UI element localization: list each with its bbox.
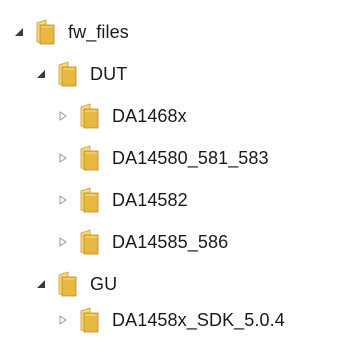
collapsed-triangle-icon[interactable] (56, 193, 70, 207)
tree-item-dut[interactable]: DUT (34, 54, 127, 94)
tree-item-gu[interactable]: GU (34, 264, 117, 304)
tree-item-label: DA1468x (112, 105, 187, 126)
expanded-triangle-icon[interactable] (34, 67, 48, 81)
tree-item-label: DA14580_581_583 (112, 147, 269, 168)
tree-item-label: DA14585_586 (112, 231, 229, 252)
tree-item-da1458x-sdk-5-0-4[interactable]: DA1458x_SDK_5.0.4 (56, 300, 285, 340)
expanded-triangle-icon[interactable] (34, 277, 48, 291)
tree-item-label: DA1458x_SDK_5.0.4 (112, 309, 285, 330)
collapsed-triangle-icon[interactable] (56, 235, 70, 249)
folder-icon (78, 145, 100, 171)
tree-item-label: DUT (90, 63, 128, 84)
collapsed-triangle-icon[interactable] (56, 151, 70, 165)
tree-item-da14580-581-583[interactable]: DA14580_581_583 (56, 138, 269, 178)
tree-item-label: GU (90, 273, 118, 294)
folder-icon (78, 187, 100, 213)
collapsed-triangle-icon[interactable] (56, 109, 70, 123)
tree-item-da1468x[interactable]: DA1468x (56, 96, 187, 136)
folder-icon (56, 271, 78, 297)
expanded-triangle-icon[interactable] (12, 25, 26, 39)
collapsed-triangle-icon[interactable] (56, 313, 70, 327)
folder-icon (78, 103, 100, 129)
tree-item-fw-files[interactable]: fw_files (12, 12, 129, 52)
folder-icon (78, 229, 100, 255)
tree-item-da14585-586[interactable]: DA14585_586 (56, 222, 228, 262)
folder-tree: fw_files DUT DA1468x DA14580_581_583 DA1… (0, 0, 340, 338)
tree-item-da14582[interactable]: DA14582 (56, 180, 188, 220)
tree-item-label: DA14582 (112, 189, 188, 210)
folder-icon (56, 61, 78, 87)
tree-item-label: fw_files (68, 21, 129, 42)
folder-icon (34, 19, 56, 45)
folder-icon (78, 307, 100, 333)
